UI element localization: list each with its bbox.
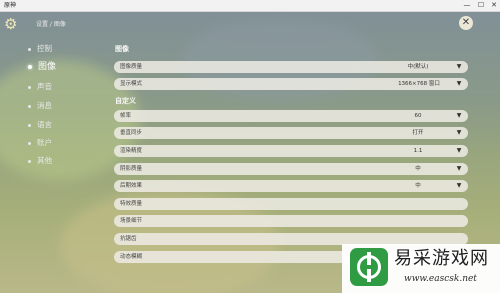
setting-row-shadow-quality[interactable]: 阴影质量 中 ▼ — [114, 163, 468, 175]
maximize-button[interactable]: ☐ — [474, 0, 488, 11]
sidebar-item-audio[interactable]: 声音 — [28, 80, 88, 94]
setting-value: 中 — [415, 166, 421, 172]
setting-label: 显示模式 — [120, 81, 143, 87]
dropdown-arrow-icon: ▼ — [456, 182, 462, 189]
dropdown-arrow-icon: ▼ — [456, 129, 462, 136]
setting-label: 帧率 — [120, 113, 132, 119]
sidebar-item-messages[interactable]: 消息 — [28, 99, 88, 113]
breadcrumb: 设置 / 图像 — [36, 21, 66, 28]
sidebar-item-label: 控制 — [37, 44, 52, 53]
setting-label: 渲染精度 — [120, 148, 143, 154]
bullet-icon — [28, 64, 32, 69]
close-icon[interactable]: ✕ — [459, 16, 473, 30]
watermark-title: 易采游戏网 — [394, 248, 489, 269]
setting-row-image-quality[interactable]: 图像质量 中(默认) ▼ — [114, 61, 468, 73]
dropdown-arrow-icon: ▼ — [456, 165, 462, 172]
setting-value: 60 — [414, 113, 422, 119]
setting-value: 打开 — [412, 130, 424, 136]
sidebar-item-label: 声音 — [37, 82, 52, 91]
sidebar-item-language[interactable]: 语言 — [28, 118, 88, 132]
window-title: 原神 — [4, 2, 17, 9]
setting-value: 1366×768 窗口 — [398, 81, 440, 87]
game-settings-window: 原神 — ☐ ✕ ⚙ 设置 / 图像 ✕ 控制 图像 声音 消息 语言 账户 其… — [0, 0, 500, 293]
setting-value: 1.1 — [413, 148, 423, 154]
bullet-icon — [28, 85, 31, 89]
title-bar: 原神 — ☐ ✕ — [0, 0, 500, 12]
setting-value: 中 — [415, 183, 421, 189]
sidebar-item-label: 图像 — [38, 62, 57, 72]
sidebar-item-label: 语言 — [37, 120, 52, 129]
setting-row-post-processing[interactable]: 后期效果 中 ▼ — [114, 180, 468, 192]
setting-row-frame-rate[interactable]: 帧率 60 ▼ — [114, 110, 468, 122]
setting-value: 中(默认) — [407, 64, 429, 70]
gear-icon: ⚙ — [4, 15, 18, 33]
bullet-icon — [28, 104, 31, 108]
setting-label: 场景细节 — [120, 218, 143, 224]
section-title-custom: 自定义 — [115, 97, 136, 105]
sidebar-item-label: 其他 — [37, 156, 52, 165]
setting-label: 阴影质量 — [120, 166, 143, 172]
setting-label: 特效质量 — [120, 201, 143, 207]
setting-row-display-mode[interactable]: 显示模式 1366×768 窗口 ▼ — [114, 78, 468, 90]
dropdown-arrow-icon: ▼ — [456, 80, 462, 87]
setting-row-scene-detail[interactable]: 场景细节 — [114, 215, 468, 227]
bullet-icon — [28, 141, 31, 145]
sidebar-item-label: 消息 — [37, 101, 52, 110]
sidebar-item-other[interactable]: 其他 — [28, 154, 88, 168]
dropdown-arrow-icon: ▼ — [456, 112, 462, 119]
minimize-button[interactable]: — — [460, 0, 474, 11]
setting-label: 图像质量 — [120, 64, 143, 70]
setting-label: 垂直同步 — [120, 130, 143, 136]
sidebar-item-label: 账户 — [37, 138, 52, 147]
dropdown-arrow-icon: ▼ — [456, 147, 462, 154]
section-title-image: 图像 — [115, 45, 129, 53]
sidebar-item-graphics[interactable]: 图像 — [28, 60, 88, 74]
bullet-icon — [28, 47, 31, 51]
sidebar-item-controls[interactable]: 控制 — [28, 42, 88, 56]
watermark-logo-icon — [350, 248, 388, 286]
window-close-button[interactable]: ✕ — [487, 0, 500, 11]
setting-row-effects-quality[interactable]: 特效质量 — [114, 198, 468, 210]
watermark-url: www.eascsk.net — [404, 274, 477, 284]
setting-label: 后期效果 — [120, 183, 143, 189]
setting-label: 动态模糊 — [120, 254, 143, 260]
dropdown-arrow-icon: ▼ — [456, 63, 462, 70]
bullet-icon — [28, 123, 31, 127]
setting-label: 抗锯齿 — [120, 236, 137, 242]
setting-row-render-resolution[interactable]: 渲染精度 1.1 ▼ — [114, 145, 468, 157]
sidebar-item-account[interactable]: 账户 — [28, 136, 88, 150]
bullet-icon — [28, 159, 31, 163]
setting-row-vsync[interactable]: 垂直同步 打开 ▼ — [114, 127, 468, 139]
